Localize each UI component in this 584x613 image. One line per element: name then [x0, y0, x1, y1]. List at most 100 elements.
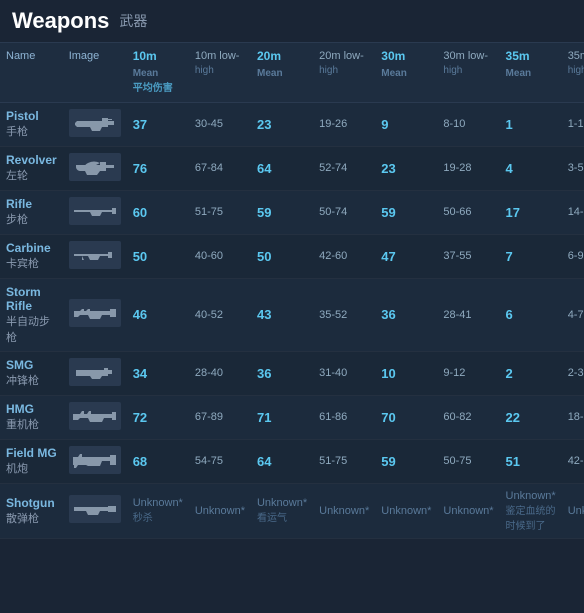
weapon-name-zh: 手枪 [6, 126, 28, 138]
m20-mean: 43 [251, 278, 313, 351]
m20-lh: 31-40 [313, 351, 375, 395]
col-30m-mean: 30mMean [375, 43, 437, 102]
m30-mean: Unknown* [375, 483, 437, 538]
m35-mean: 1 [500, 102, 562, 146]
weapon-name-zh: 步枪 [6, 214, 28, 226]
m35-mean: 4 [500, 146, 562, 190]
m20-mean: 71 [251, 395, 313, 439]
m10-lh: 54-75 [189, 439, 251, 483]
gun-silhouette [69, 402, 121, 430]
m30-mean: 59 [375, 190, 437, 234]
m30-mean: 36 [375, 278, 437, 351]
m10-lh: 40-60 [189, 234, 251, 278]
weapon-name-cell: Carbine 卡宾枪 [0, 234, 63, 278]
col-20m-lh: 20m low-high [313, 43, 375, 102]
m35-lh: 18-25 [562, 395, 584, 439]
gun-silhouette [69, 495, 121, 523]
m10-mean: Unknown*秒杀 [127, 483, 189, 538]
weapon-name-cell: Field MG 机炮 [0, 439, 63, 483]
weapon-name-en: Field MG [6, 446, 57, 460]
weapon-image-cell [63, 190, 127, 234]
m20-lh: 52-74 [313, 146, 375, 190]
weapon-name-cell: Rifle 步枪 [0, 190, 63, 234]
weapon-image [69, 299, 121, 327]
m20-mean-desc: 看运气 [257, 513, 287, 524]
table-row: Pistol 手枪 37 30-45 23 19-26 9 8-10 1 1-1 [0, 102, 584, 146]
weapon-name-cell: Storm Rifle 半自动步枪 [0, 278, 63, 351]
m10-mean: 76 [127, 146, 189, 190]
m35-lh: 1-1 [562, 102, 584, 146]
m30-lh: 60-82 [437, 395, 499, 439]
m10-mean-desc: 秒杀 [133, 513, 153, 524]
table-header-row: Name Image 10mMean平均伤害 10m low-high 20mM… [0, 43, 584, 102]
weapon-name-en: Carbine [6, 241, 57, 255]
m20-lh: Unknown* [313, 483, 375, 538]
weapon-name-en: Shotgun [6, 496, 57, 510]
weapon-name-zh: 重机枪 [6, 419, 39, 431]
m20-lh: 61-86 [313, 395, 375, 439]
m30-lh: 9-12 [437, 351, 499, 395]
weapon-image [69, 446, 121, 474]
header: Weapons 武器 [0, 0, 584, 43]
m30-mean: 70 [375, 395, 437, 439]
m20-lh: 19-26 [313, 102, 375, 146]
table-row: Revolver 左轮 76 67-84 64 52-74 23 19-28 4… [0, 146, 584, 190]
weapon-name-cell: HMG 重机枪 [0, 395, 63, 439]
gun-silhouette [69, 299, 121, 327]
gun-silhouette [69, 197, 121, 225]
weapon-image [69, 402, 121, 430]
m10-lh: 30-45 [189, 102, 251, 146]
m35-mean: 17 [500, 190, 562, 234]
m10-mean: 72 [127, 395, 189, 439]
page-subtitle: 武器 [119, 11, 147, 31]
m30-lh: 50-66 [437, 190, 499, 234]
m20-lh: 51-75 [313, 439, 375, 483]
weapon-image [69, 197, 121, 225]
weapon-name-zh: 左轮 [6, 170, 28, 182]
weapon-image-cell [63, 146, 127, 190]
m30-lh: 37-55 [437, 234, 499, 278]
m35-mean: 7 [500, 234, 562, 278]
m30-mean: 47 [375, 234, 437, 278]
m30-lh: 28-41 [437, 278, 499, 351]
m30-mean: 59 [375, 439, 437, 483]
gun-silhouette [69, 241, 121, 269]
weapon-name-cell: SMG 冲锋枪 [0, 351, 63, 395]
table-row: HMG 重机枪 72 67-89 71 61-86 70 60-82 22 18… [0, 395, 584, 439]
weapon-name-en: Revolver [6, 153, 57, 167]
col-name: Name [0, 43, 63, 102]
weapon-image [69, 109, 121, 137]
col-10m-mean: 10mMean平均伤害 [127, 43, 189, 102]
table-row: Carbine 卡宾枪 50 40-60 50 42-60 47 37-55 7… [0, 234, 584, 278]
m10-lh: 28-40 [189, 351, 251, 395]
weapon-name-cell: Pistol 手枪 [0, 102, 63, 146]
table-row: SMG 冲锋枪 34 28-40 36 31-40 10 9-12 2 2-3 [0, 351, 584, 395]
weapon-image-cell [63, 395, 127, 439]
m35-mean-value: Unknown* [506, 490, 556, 502]
weapon-name-en: HMG [6, 402, 57, 416]
col-35m-mean: 35mMean [500, 43, 562, 102]
weapons-table: Name Image 10mMean平均伤害 10m low-high 20mM… [0, 43, 584, 539]
col-30m-lh: 30m low-high [437, 43, 499, 102]
table-row: Field MG 机炮 68 54-75 64 51-75 59 50-75 5… [0, 439, 584, 483]
m30-lh: Unknown* [437, 483, 499, 538]
weapon-image-cell [63, 102, 127, 146]
m35-lh: 14-19 [562, 190, 584, 234]
weapon-name-zh: 半自动步枪 [6, 316, 50, 344]
table-row: Rifle 步枪 60 51-75 59 50-74 59 50-66 17 1… [0, 190, 584, 234]
m20-mean: Unknown*看运气 [251, 483, 313, 538]
weapon-name-en: Storm Rifle [6, 285, 57, 313]
weapon-name-zh: 机炮 [6, 463, 28, 475]
weapon-name-cell: Revolver 左轮 [0, 146, 63, 190]
weapon-image [69, 358, 121, 386]
weapon-image-cell [63, 483, 127, 538]
weapon-image-cell [63, 278, 127, 351]
gun-silhouette [69, 109, 121, 137]
table-row: Shotgun 散弹枪 Unknown*秒杀 Unknown* Unknown*… [0, 483, 584, 538]
m30-mean: 10 [375, 351, 437, 395]
m20-mean: 36 [251, 351, 313, 395]
weapon-image [69, 153, 121, 181]
gun-silhouette [69, 153, 121, 181]
m35-mean: 22 [500, 395, 562, 439]
m35-mean-desc: 鉴定血统的时候到了 [506, 506, 556, 532]
